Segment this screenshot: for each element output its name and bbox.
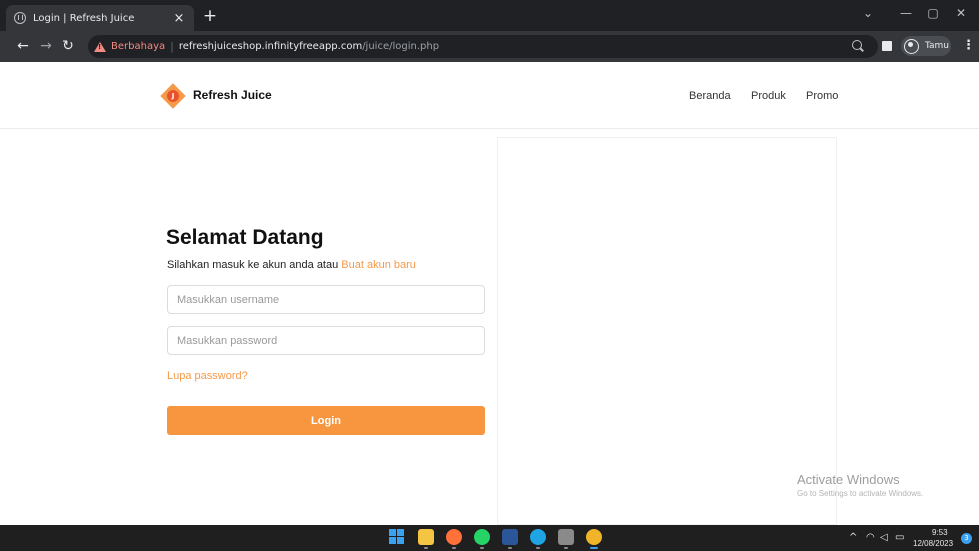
login-subtitle: Silahkan masuk ke akun anda atau Buat ak… <box>167 259 416 271</box>
active-indicator <box>590 547 598 549</box>
login-button[interactable]: Login <box>167 406 485 435</box>
brand-name[interactable]: Refresh Juice <box>193 88 272 102</box>
profile-button[interactable]: Tamu <box>901 36 951 56</box>
file-explorer-icon[interactable] <box>418 529 434 545</box>
store-icon[interactable] <box>558 529 574 545</box>
clock-date[interactable]: 12/08/2023 <box>913 539 953 548</box>
browser-tab-bar: Login | Refresh Juice × + ⌄ — ▢ ✕ <box>0 0 979 31</box>
tab-search-chevron-icon[interactable]: ⌄ <box>857 5 879 21</box>
logo-icon[interactable]: J <box>160 83 186 109</box>
warning-icon <box>94 41 106 52</box>
running-indicator <box>536 547 540 549</box>
tab-title: Login | Refresh Juice <box>33 12 135 24</box>
activate-windows-title: Activate Windows <box>797 472 900 487</box>
logo-badge: J <box>167 90 179 102</box>
browser-menu-icon[interactable]: ⋮ <box>962 38 975 54</box>
firefox-icon[interactable] <box>446 529 462 545</box>
forgot-password-link[interactable]: Lupa password? <box>167 370 248 382</box>
word-icon[interactable] <box>502 529 518 545</box>
address-bar[interactable]: Berbahaya | refreshjuiceshop.infinityfre… <box>88 35 878 58</box>
notification-badge[interactable]: 3 <box>961 533 972 544</box>
running-indicator <box>564 547 568 549</box>
password-input[interactable] <box>167 326 485 355</box>
zoom-icon[interactable] <box>852 40 862 50</box>
volume-icon[interactable]: ◁ <box>880 532 888 544</box>
battery-icon[interactable]: ▭ <box>895 532 904 544</box>
signup-link[interactable]: Buat akun baru <box>341 259 416 271</box>
chrome-icon[interactable] <box>586 529 602 545</box>
whatsapp-icon[interactable] <box>474 529 490 545</box>
running-indicator <box>424 547 428 549</box>
running-indicator <box>480 547 484 549</box>
tray-overflow-icon[interactable]: ^ <box>849 532 857 544</box>
browser-tab[interactable]: Login | Refresh Juice × <box>6 5 194 31</box>
page-title: Selamat Datang <box>166 226 324 249</box>
minimize-button[interactable]: — <box>895 5 917 21</box>
nav-link-produk[interactable]: Produk <box>751 90 786 102</box>
start-tile <box>389 529 396 536</box>
address-separator: | <box>170 40 174 53</box>
maximize-button[interactable]: ▢ <box>922 5 944 21</box>
running-indicator <box>452 547 456 549</box>
profile-name: Tamu <box>925 41 949 51</box>
back-button[interactable]: ← <box>15 38 31 54</box>
activate-windows-subtitle: Go to Settings to activate Windows. <box>797 489 924 498</box>
avatar-icon <box>904 38 919 54</box>
tab-close-icon[interactable]: × <box>172 11 186 26</box>
reload-button[interactable]: ↻ <box>60 38 76 54</box>
new-tab-button[interactable]: + <box>200 6 220 26</box>
nav-link-promo[interactable]: Promo <box>806 90 838 102</box>
nav-link-beranda[interactable]: Beranda <box>689 90 731 102</box>
running-indicator <box>508 547 512 549</box>
start-tile <box>397 529 404 536</box>
close-window-button[interactable]: ✕ <box>950 5 972 21</box>
forward-button[interactable]: → <box>38 38 54 54</box>
url-path: /juice/login.php <box>362 41 440 52</box>
security-warning-label[interactable]: Berbahaya <box>111 41 165 52</box>
side-panel-icon[interactable] <box>882 41 892 51</box>
start-tile <box>397 537 404 544</box>
windows-start-icon[interactable] <box>389 529 405 545</box>
wifi-icon[interactable]: ◠ <box>866 532 875 544</box>
subtitle-text: Silahkan masuk ke akun anda atau <box>167 259 342 271</box>
username-input[interactable] <box>167 285 485 314</box>
start-tile <box>389 537 396 544</box>
globe-icon <box>14 12 26 24</box>
url-host: refreshjuiceshop.infinityfreeapp.com <box>178 41 363 52</box>
hero-image-panel <box>497 137 837 525</box>
edge-icon[interactable] <box>530 529 546 545</box>
clock-time[interactable]: 9:53 <box>932 528 948 537</box>
